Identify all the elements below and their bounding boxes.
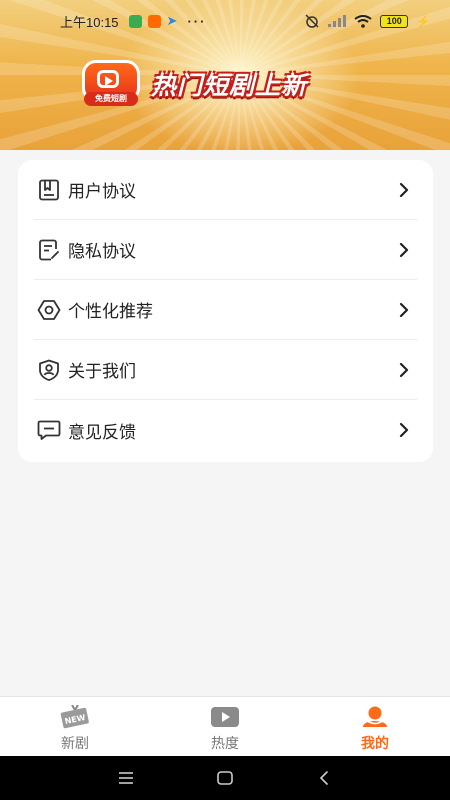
chevron-right-icon (397, 302, 411, 317)
menu-item-privacy-agreement[interactable]: 隐私协议 (34, 220, 417, 280)
menu-item-label: 隐私协议 (68, 242, 136, 262)
telegram-icon: ➤ (166, 13, 178, 28)
alarm-off-icon (305, 14, 319, 28)
status-time: 上午10:15 (60, 14, 119, 30)
tab-label: 新剧 (61, 736, 89, 752)
back-icon[interactable] (315, 770, 333, 786)
chevron-right-icon (397, 182, 411, 197)
charging-icon: ⚡ (416, 15, 430, 28)
menu-icon[interactable] (117, 770, 135, 786)
play-icon (210, 705, 240, 729)
menu-item-label: 意见反馈 (68, 422, 136, 443)
privacy-doc-icon (36, 237, 62, 263)
menu-item-feedback[interactable]: 意见反馈 (34, 400, 417, 460)
tab-new-dramas[interactable]: NEW 新剧 (0, 697, 150, 757)
bottom-nav: NEW 新剧 热度 我的 (0, 696, 450, 756)
battery-icon: 100 (380, 14, 409, 28)
new-badge-icon: NEW (60, 705, 90, 729)
tab-mine[interactable]: 我的 (300, 697, 450, 757)
logo-tag: 免费短剧 (84, 92, 138, 106)
home-icon[interactable] (216, 770, 234, 786)
menu-item-label: 用户协议 (68, 182, 136, 202)
menu-item-about-us[interactable]: 关于我们 (34, 340, 417, 400)
tab-label: 热度 (211, 736, 239, 752)
menu-item-user-agreement[interactable]: 用户协议 (34, 160, 417, 220)
menu-item-label: 个性化推荐 (68, 302, 153, 322)
status-right-group: 100 ⚡ (304, 14, 430, 28)
header-banner: 上午10:15 ➤ ··· 100 ⚡ 免费短剧 热门短剧上新 (0, 0, 450, 150)
settings-menu-card: 用户协议 隐私协议 个性化推荐 关于我们 意见反馈 (18, 160, 433, 462)
gear-icon (36, 297, 62, 323)
logo-play-icon (105, 76, 113, 86)
mi-app-icon (147, 14, 161, 28)
tab-label: 我的 (361, 736, 389, 752)
document-icon (36, 177, 62, 203)
user-shield-icon (36, 357, 62, 383)
profile-icon (360, 705, 390, 729)
menu-item-personalized-recommendation[interactable]: 个性化推荐 (34, 280, 417, 340)
wifi-icon (354, 14, 372, 28)
system-nav-bar (0, 756, 450, 800)
chevron-right-icon (397, 362, 411, 377)
more-notifications-icon: ··· (187, 13, 207, 29)
message-icon (36, 417, 62, 443)
tab-popular[interactable]: 热度 (150, 697, 300, 757)
chevron-right-icon (397, 242, 411, 257)
banner-title: 热门短剧上新 (151, 71, 308, 100)
notification-app-icon (128, 14, 142, 28)
chevron-right-icon (397, 423, 411, 437)
menu-item-label: 关于我们 (68, 362, 136, 382)
signal-icon (328, 15, 347, 27)
status-bar: 上午10:15 ➤ ··· 100 ⚡ (0, 0, 450, 42)
